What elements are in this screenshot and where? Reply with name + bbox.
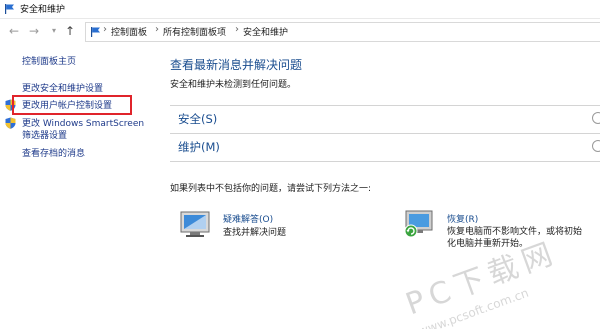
- highlight-box: [12, 95, 132, 115]
- maintenance-section-label: 维护(M): [178, 140, 220, 154]
- breadcrumb-separator: ›: [103, 24, 107, 35]
- smartscreen-filter-settings-link[interactable]: 筛选器设置: [22, 128, 67, 141]
- expand-chevron-icon[interactable]: [592, 112, 600, 124]
- window-title: 安全和维护: [20, 5, 66, 15]
- security-section-header[interactable]: 安全(S): [170, 106, 600, 133]
- security-maintenance-flag-icon: [5, 4, 14, 14]
- view-archived-messages-link[interactable]: 查看存档的消息: [22, 146, 85, 159]
- address-bar: ← → ▾ ↑ › 控制面板 › 所有控制面板项 › 安全和维护: [0, 19, 600, 43]
- forward-arrow-icon[interactable]: →: [26, 23, 42, 39]
- left-nav-pane: 控制面板主页 更改安全和维护设置 更改用户帐户控制设置 更改 Windows S…: [0, 44, 160, 329]
- title-bar: 安全和维护: [0, 0, 600, 19]
- troubleshooting-link[interactable]: 疑难解答(O): [223, 212, 273, 225]
- breadcrumb-control-panel[interactable]: 控制面板: [111, 25, 147, 38]
- main-content: 查看最新消息并解决问题 安全和维护未检测到任何问题。 安全(S) 维护(M) 如…: [170, 44, 600, 329]
- troubleshooting-description: 查找并解决问题: [223, 228, 287, 238]
- uac-shield-icon: [5, 117, 16, 129]
- security-section-label: 安全(S): [178, 112, 218, 126]
- recovery-description-line2: 化电脑并重新开始。: [447, 239, 529, 249]
- change-security-settings-link[interactable]: 更改安全和维护设置: [22, 81, 103, 94]
- up-arrow-icon[interactable]: ↑: [62, 23, 78, 39]
- recovery-icon: [404, 210, 433, 238]
- control-panel-home-link[interactable]: 控制面板主页: [22, 54, 76, 67]
- troubleshooting-icon: [180, 211, 210, 237]
- troubleshooting-tool[interactable]: 疑难解答(O) 查找并解决问题: [178, 209, 378, 249]
- recovery-link[interactable]: 恢复(R): [447, 212, 478, 225]
- recovery-description-line1: 恢复电脑而不影响文件，或将初始: [447, 227, 583, 237]
- control-panel-flag-icon: [91, 27, 100, 37]
- recovery-tool[interactable]: 恢复(R) 恢复电脑而不影响文件，或将初始 化电脑并重新开始。: [402, 209, 600, 259]
- alternatives-prompt: 如果列表中不包括你的问题，请尝试下列方法之一:: [170, 184, 372, 194]
- breadcrumb-all-items[interactable]: 所有控制面板项: [163, 25, 226, 38]
- maintenance-section-header[interactable]: 维护(M): [170, 134, 600, 161]
- status-message: 安全和维护未检测到任何问题。: [170, 80, 297, 90]
- breadcrumb-security-maintenance[interactable]: 安全和维护: [243, 25, 288, 38]
- page-title: 查看最新消息并解决问题: [170, 58, 303, 72]
- divider: [170, 161, 600, 162]
- breadcrumb-separator: ›: [155, 24, 159, 35]
- breadcrumb-separator: ›: [235, 24, 239, 35]
- expand-chevron-icon[interactable]: [592, 140, 600, 152]
- recent-dropdown-icon[interactable]: ▾: [46, 23, 62, 39]
- back-arrow-icon[interactable]: ←: [6, 23, 22, 39]
- address-field[interactable]: › 控制面板 › 所有控制面板项 › 安全和维护: [85, 22, 600, 42]
